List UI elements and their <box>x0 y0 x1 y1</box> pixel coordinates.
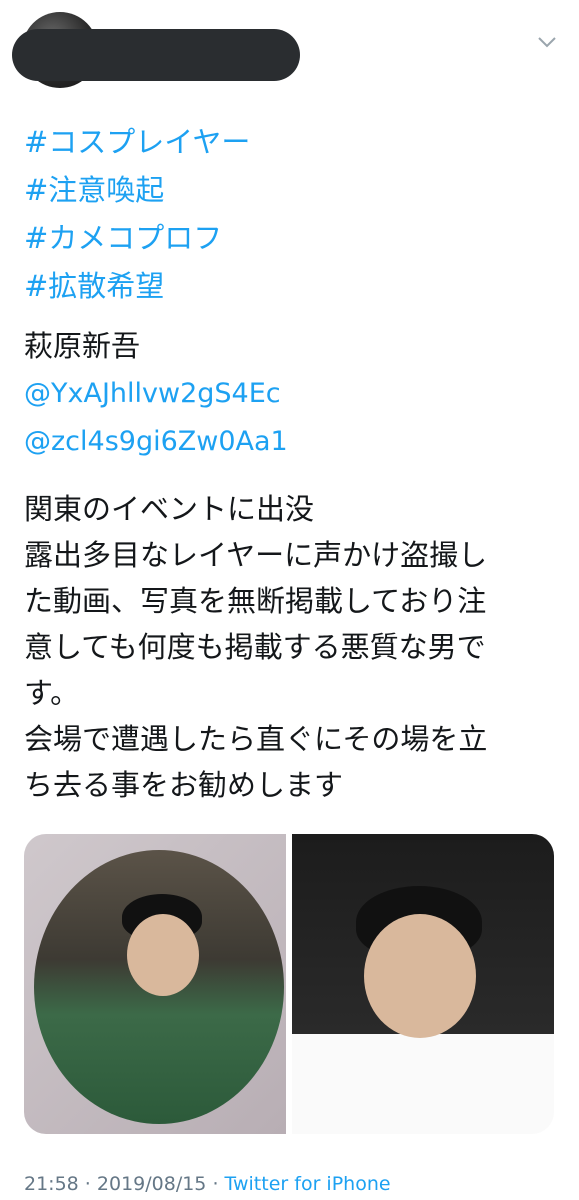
tweet-description: 関東のイベントに出没 露出多目なレイヤーに声かけ盗撮し た動画、写真を無断掲載し… <box>24 486 564 808</box>
hashtag-link[interactable]: #拡散希望 <box>24 262 564 310</box>
redacted-username <box>12 29 300 81</box>
photo-face <box>364 914 476 1038</box>
hashtag-list: #コスプレイヤー #注意喚起 #カメコプロフ #拡散希望 <box>24 118 564 310</box>
description-line: た動画、写真を無断掲載しており注 <box>24 584 487 618</box>
description-line: す。 <box>24 676 80 710</box>
photo-left[interactable] <box>24 834 286 1134</box>
description-line: 関東のイベントに出没 <box>24 492 315 526</box>
tweet-body: #コスプレイヤー #注意喚起 #カメコプロフ #拡散希望 萩原新吾 @YxAJh… <box>24 118 564 808</box>
description-line: 露出多目なレイヤーに声かけ盗撮し <box>24 538 488 572</box>
photo-face <box>127 914 199 996</box>
meta-separator: · <box>206 1173 225 1195</box>
mention-link[interactable]: @YxAJhllvw2gS4Ec <box>24 370 564 418</box>
meta-separator: · <box>78 1173 97 1195</box>
mention-list: @YxAJhllvw2gS4Ec @zcl4s9gi6Zw0Aa1 <box>24 370 564 466</box>
photo-right[interactable] <box>292 834 554 1134</box>
description-line: 会場で遭遇したら直ぐにその場を立 <box>24 722 488 756</box>
tweet-time: 21:58 <box>24 1173 79 1195</box>
description-line: ち去る事をお勧めします <box>24 768 344 802</box>
person-name: 萩原新吾 <box>24 329 141 363</box>
mention-link[interactable]: @zcl4s9gi6Zw0Aa1 <box>24 418 564 466</box>
hashtag-link[interactable]: #コスプレイヤー <box>24 118 564 166</box>
tweet-source-link[interactable]: Twitter for iPhone <box>225 1173 391 1195</box>
tweet-date: 2019/08/15 <box>96 1173 207 1195</box>
tweet-meta: 21:58 · 2019/08/15 · Twitter for iPhone <box>24 1170 391 1198</box>
hashtag-link[interactable]: #注意喚起 <box>24 166 564 214</box>
chevron-down-icon[interactable] <box>536 34 558 50</box>
hashtag-link[interactable]: #カメコプロフ <box>24 214 564 262</box>
media-grid <box>24 834 554 1134</box>
description-line: 意しても何度も掲載する悪質な男で <box>24 630 486 664</box>
